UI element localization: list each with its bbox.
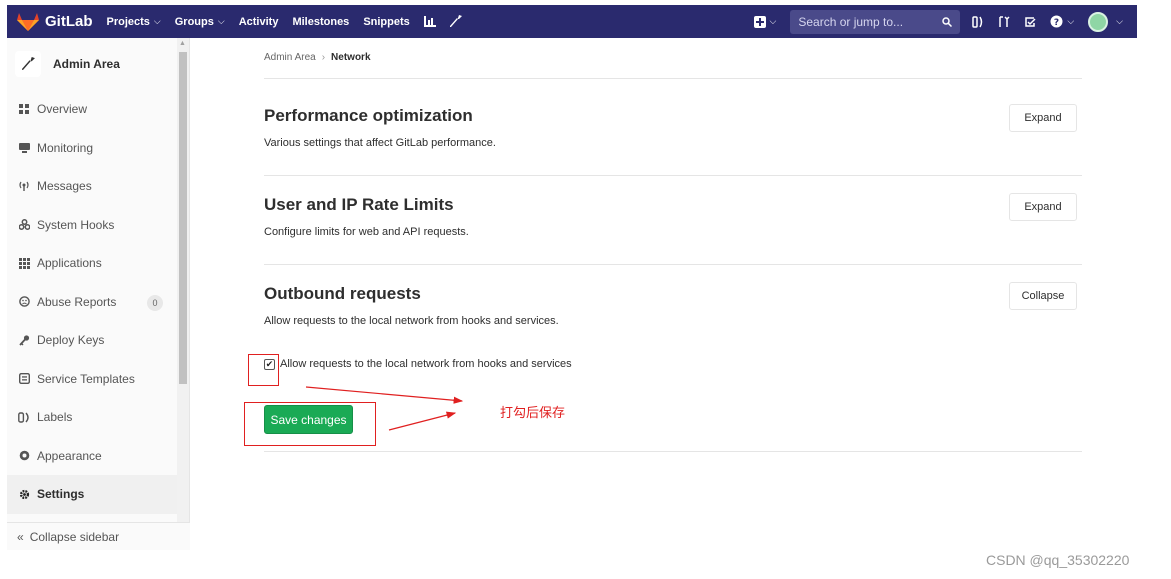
annotation-arrow-icon (388, 411, 457, 431)
watermark: CSDN @qq_35302220 (986, 552, 1130, 568)
annotation-text: 打勾后保存 (500, 405, 566, 420)
annotation-arrows (305, 386, 464, 431)
annotation-arrow-icon (305, 386, 464, 404)
